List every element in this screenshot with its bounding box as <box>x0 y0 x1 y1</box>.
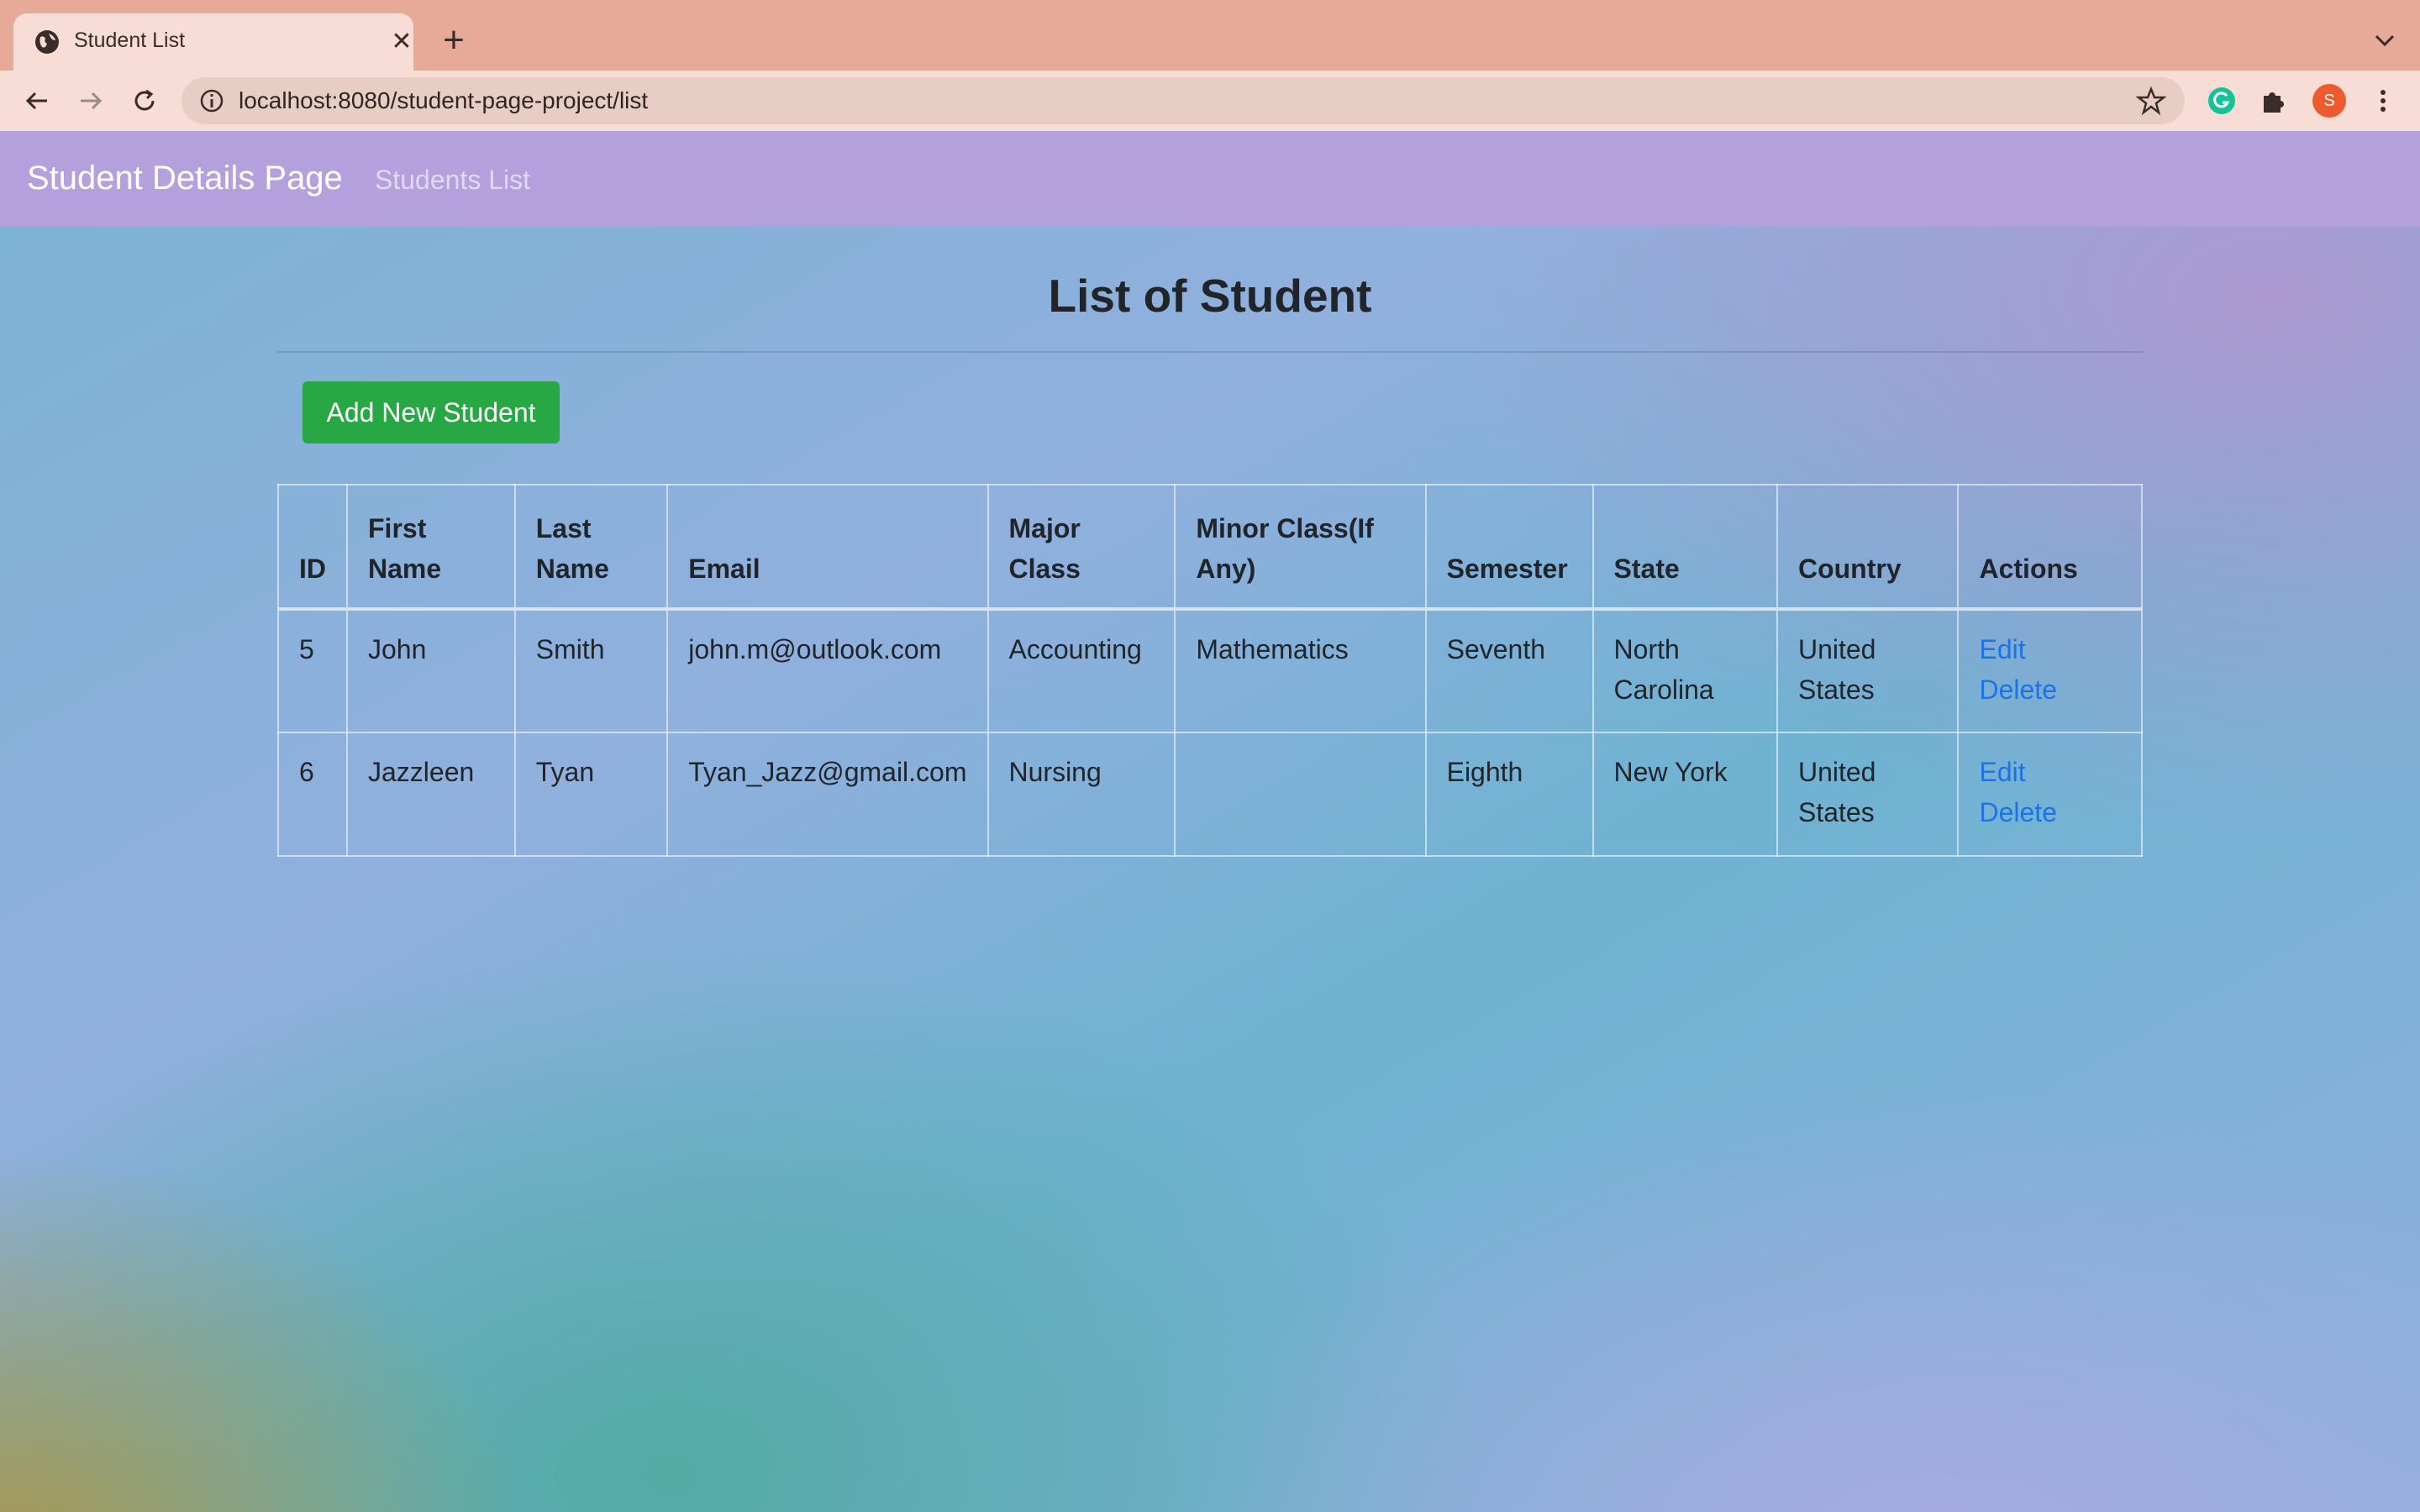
page-title: List of Student <box>1048 270 1372 322</box>
address-bar[interactable]: localhost:8080/student-page-project/list <box>182 77 2185 124</box>
browser-tabstrip: Student List ✕ + <box>0 0 2420 71</box>
new-tab-button[interactable]: + <box>434 22 474 62</box>
cell-semester: Eighth <box>1424 732 1594 857</box>
table-row: 5 John Smith john.m@outlook.com Accounti… <box>277 608 2143 733</box>
cell-major: Accounting <box>986 608 1176 733</box>
close-tab-icon[interactable]: ✕ <box>387 27 417 57</box>
add-new-student-button[interactable]: Add New Student <box>302 381 560 444</box>
edit-link[interactable]: Edit <box>1979 752 2121 792</box>
grammarly-extension[interactable] <box>2203 82 2240 119</box>
column-header-actions: Actions <box>1957 484 2143 611</box>
column-header-country: Country <box>1776 484 1960 611</box>
globe-icon <box>35 30 59 54</box>
cell-first-name: Jazzleen <box>346 732 516 857</box>
column-header-minor-class: Minor Class(If Any) <box>1174 484 1427 611</box>
cell-major: Nursing <box>986 732 1176 857</box>
nav-link-students-list[interactable]: Students List <box>375 165 530 196</box>
cell-last-name: Smith <box>513 608 669 733</box>
cell-id: 5 <box>277 608 348 733</box>
puzzle-icon <box>2264 92 2284 113</box>
profile-avatar[interactable]: S <box>2312 84 2346 118</box>
cell-minor <box>1174 732 1427 857</box>
browser-tab[interactable]: Student List ✕ <box>13 13 413 71</box>
url-text[interactable]: localhost:8080/student-page-project/list <box>239 87 648 114</box>
site-navbar: Student Details Page Students List <box>0 131 2420 227</box>
cell-actions: Edit Delete <box>1957 732 2143 857</box>
tab-title: Student List <box>74 29 186 52</box>
cell-actions: Edit Delete <box>1957 608 2143 733</box>
reload-icon <box>134 89 155 111</box>
column-header-major-class: Major Class <box>986 484 1176 611</box>
cell-last-name: Tyan <box>513 732 669 857</box>
forward-button[interactable] <box>72 82 109 119</box>
delete-link[interactable]: Delete <box>1979 792 2121 832</box>
info-icon[interactable] <box>198 87 225 114</box>
back-arrow-icon <box>25 92 47 110</box>
cell-id: 6 <box>277 732 348 857</box>
cell-semester: Seventh <box>1424 608 1594 733</box>
delete-link[interactable]: Delete <box>1979 669 2121 710</box>
browser-toolbar: localhost:8080/student-page-project/list… <box>0 71 2420 131</box>
navbar-brand[interactable]: Student Details Page <box>27 160 343 197</box>
students-table: ID First Name Last Name Email Major Clas… <box>277 484 2143 857</box>
cell-email: john.m@outlook.com <box>666 608 989 733</box>
cell-state: New York <box>1591 732 1778 857</box>
cell-state: North Carolina <box>1591 608 1778 733</box>
chevron-down-icon[interactable] <box>2370 25 2400 55</box>
column-header-email: Email <box>666 484 989 611</box>
column-header-first-name: First Name <box>346 484 516 611</box>
back-button[interactable] <box>18 82 55 119</box>
browser-menu-button[interactable] <box>2365 82 2402 119</box>
edit-link[interactable]: Edit <box>1979 629 2121 669</box>
table-header-row: ID First Name Last Name Email Major Clas… <box>277 484 2143 611</box>
grammarly-icon <box>2208 87 2235 114</box>
column-header-semester: Semester <box>1424 484 1594 611</box>
reload-button[interactable] <box>126 82 163 119</box>
forward-arrow-icon <box>81 92 103 110</box>
extensions-button[interactable] <box>2255 82 2292 119</box>
cell-first-name: John <box>346 608 516 733</box>
divider <box>277 351 2143 353</box>
cell-country: United States <box>1776 732 1960 857</box>
cell-email: Tyan_Jazz@gmail.com <box>666 732 989 857</box>
column-header-id: ID <box>277 484 348 611</box>
page-viewport: Student Details Page Students List List … <box>0 131 2420 1512</box>
cell-minor: Mathematics <box>1174 608 1427 733</box>
column-header-last-name: Last Name <box>513 484 669 611</box>
table-row: 6 Jazzleen Tyan Tyan_Jazz@gmail.com Nurs… <box>277 732 2143 857</box>
bookmark-star-icon[interactable] <box>2136 86 2166 116</box>
column-header-state: State <box>1591 484 1778 611</box>
kebab-menu-icon <box>2381 90 2386 112</box>
cell-country: United States <box>1776 608 1960 733</box>
